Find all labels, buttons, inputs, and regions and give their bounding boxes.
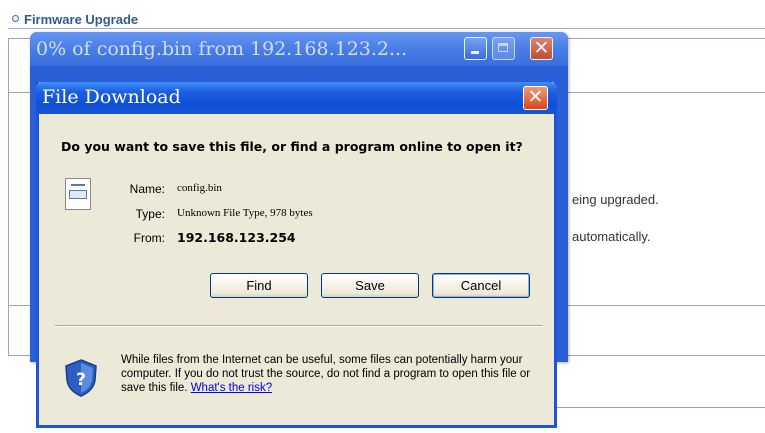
file-icon <box>65 178 91 210</box>
file-download-dialog: File Download ✕ Do you want to save this… <box>36 82 557 428</box>
status-text: automatically. <box>572 229 651 244</box>
name-value: config.bin <box>177 182 222 194</box>
maximize-icon[interactable] <box>492 37 515 60</box>
type-value: Unknown File Type, 978 bytes <box>177 207 313 219</box>
cancel-button[interactable]: Cancel <box>432 273 530 298</box>
save-button[interactable]: Save <box>321 273 419 298</box>
section-title: Firmware Upgrade <box>24 12 139 27</box>
dialog-title: File Download <box>42 86 181 108</box>
name-label: Name: <box>129 182 165 196</box>
warning-text: While files from the Internet can be use… <box>121 354 531 394</box>
from-label: From: <box>133 231 165 245</box>
type-label: Type: <box>135 207 165 221</box>
firmware-upgrade-header: Firmware Upgrade <box>8 8 765 29</box>
from-value: 192.168.123.254 <box>177 230 296 245</box>
minimize-icon[interactable] <box>464 37 487 60</box>
bullet-icon <box>12 15 19 22</box>
security-warning: While files from the Internet can be use… <box>121 353 539 395</box>
divider <box>55 325 543 327</box>
progress-title: 0% of config.bin from 192.168.123.2... <box>36 38 408 60</box>
find-button[interactable]: Find <box>210 273 308 298</box>
divider <box>530 407 765 408</box>
risk-link[interactable]: What's the risk? <box>191 382 272 394</box>
close-icon[interactable]: ✕ <box>530 37 553 60</box>
progress-titlebar[interactable]: 0% of config.bin from 192.168.123.2... ✕ <box>30 32 568 66</box>
close-icon[interactable]: ✕ <box>523 86 548 110</box>
status-text: eing upgraded. <box>572 192 659 207</box>
shield-question-icon: ? <box>65 359 97 397</box>
dialog-titlebar[interactable]: File Download ✕ <box>36 82 557 114</box>
svg-text:?: ? <box>76 370 86 390</box>
dialog-question: Do you want to save this file, or find a… <box>61 139 523 154</box>
